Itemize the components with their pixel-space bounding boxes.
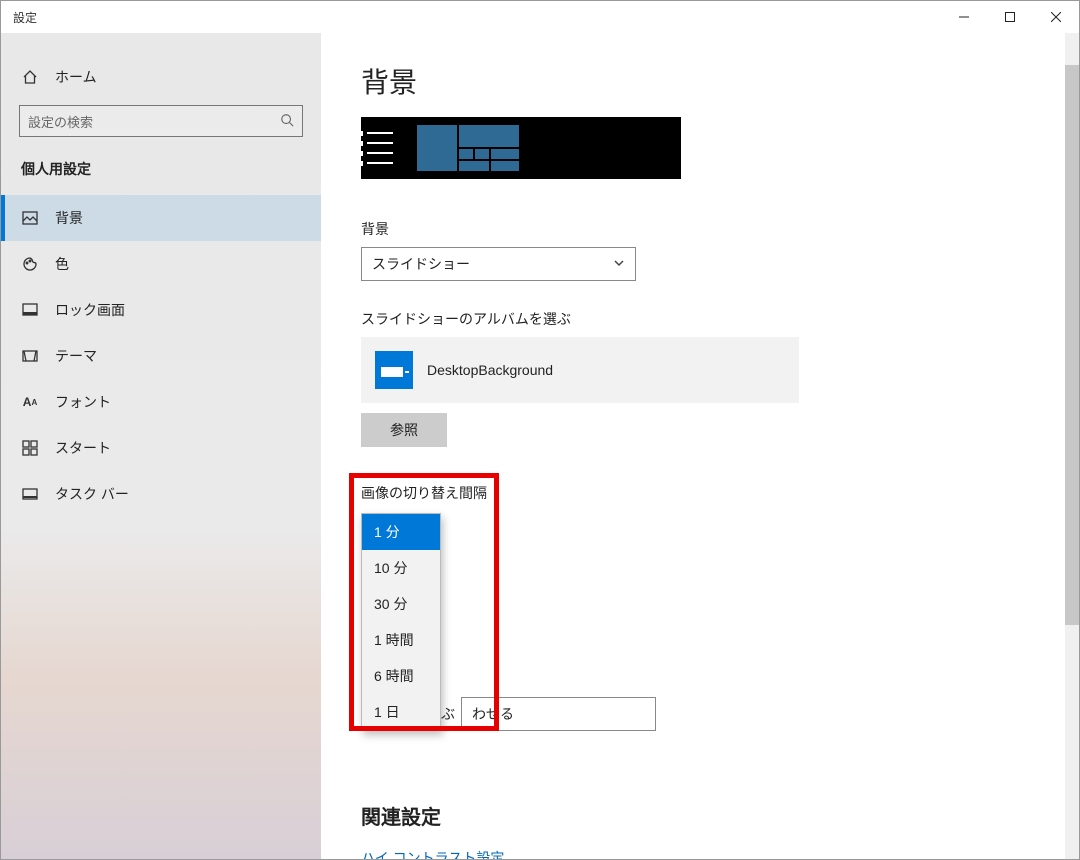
interval-option-6hour[interactable]: 6 時間 xyxy=(362,658,440,694)
home-icon xyxy=(21,68,39,86)
minimize-button[interactable] xyxy=(941,1,987,33)
section-title: 個人用設定 xyxy=(1,155,321,195)
background-combo-value: スライドショー xyxy=(372,254,470,274)
background-combo[interactable]: スライドショー xyxy=(361,247,636,281)
sidebar-item-label: スタート xyxy=(55,438,111,458)
interval-option-1hour[interactable]: 1 時間 xyxy=(362,622,440,658)
search-input[interactable]: 設定の検索 xyxy=(19,105,303,137)
theme-icon xyxy=(21,347,39,365)
interval-option-1min[interactable]: 1 分 xyxy=(362,514,440,550)
sidebar-item-label: テーマ xyxy=(55,346,97,366)
preview-list xyxy=(367,132,393,164)
search-wrap: 設定の検索 xyxy=(19,105,303,137)
sidebar: ホーム 設定の検索 個人用設定 背景 色 ロック画面 xyxy=(1,33,321,859)
related-title: 関連設定 xyxy=(361,801,1039,830)
desktop-preview xyxy=(361,117,681,179)
window-controls xyxy=(941,1,1079,33)
scrollbar[interactable] xyxy=(1065,33,1079,859)
sidebar-item-background[interactable]: 背景 xyxy=(1,195,321,241)
sidebar-item-start[interactable]: スタート xyxy=(1,425,321,471)
lockscreen-icon xyxy=(21,301,39,319)
body: ホーム 設定の検索 個人用設定 背景 色 ロック画面 xyxy=(1,33,1079,859)
album-label: スライドショーのアルバムを選ぶ xyxy=(361,309,1039,329)
maximize-button[interactable] xyxy=(987,1,1033,33)
search-placeholder: 設定の検索 xyxy=(28,112,93,131)
home-button[interactable]: ホーム xyxy=(1,57,321,97)
start-icon xyxy=(21,439,39,457)
sidebar-item-label: 背景 xyxy=(55,208,83,228)
search-icon xyxy=(280,113,294,130)
sidebar-item-themes[interactable]: テーマ xyxy=(1,333,321,379)
link-high-contrast[interactable]: ハイ コントラスト設定 xyxy=(361,848,1039,859)
chevron-down-icon xyxy=(613,256,625,272)
window-title: 設定 xyxy=(1,9,37,26)
palette-icon xyxy=(21,255,39,273)
scrollbar-thumb[interactable] xyxy=(1065,65,1079,625)
close-button[interactable] xyxy=(1033,1,1079,33)
interval-label: 画像の切り替え間隔 xyxy=(361,475,1039,503)
sidebar-item-fonts[interactable]: AA フォント xyxy=(1,379,321,425)
interval-option-30min[interactable]: 30 分 xyxy=(362,586,440,622)
sidebar-item-label: ロック画面 xyxy=(55,300,125,320)
album-name: DesktopBackground xyxy=(427,362,553,378)
sidebar-item-label: フォント xyxy=(55,392,111,412)
background-label: 背景 xyxy=(361,219,1039,239)
sidebar-item-colors[interactable]: 色 xyxy=(1,241,321,287)
sidebar-item-label: タスク バー xyxy=(55,484,129,504)
preview-tiles xyxy=(417,125,519,171)
page-title: 背景 xyxy=(361,61,1039,101)
titlebar: 設定 xyxy=(1,1,1079,33)
folder-icon xyxy=(375,351,413,389)
sidebar-item-taskbar[interactable]: タスク バー xyxy=(1,471,321,517)
taskbar-icon xyxy=(21,485,39,503)
content: 背景 背景 スライドショー スライドショーのアルバムを選ぶ DesktopBac… xyxy=(321,33,1079,859)
album-box[interactable]: DesktopBackground xyxy=(361,337,799,403)
home-label: ホーム xyxy=(55,67,97,87)
interval-dropdown[interactable]: 1 分 10 分 30 分 1 時間 6 時間 1 日 xyxy=(361,513,441,731)
font-icon: AA xyxy=(21,393,39,411)
interval-option-1day[interactable]: 1 日 xyxy=(362,694,440,730)
interval-option-10min[interactable]: 10 分 xyxy=(362,550,440,586)
browse-button[interactable]: 参照 xyxy=(361,413,447,447)
settings-window: 設定 ホーム 設定の検索 個人用設定 背景 xyxy=(0,0,1080,860)
sidebar-item-lockscreen[interactable]: ロック画面 xyxy=(1,287,321,333)
sidebar-item-label: 色 xyxy=(55,254,69,274)
picture-icon xyxy=(21,209,39,227)
